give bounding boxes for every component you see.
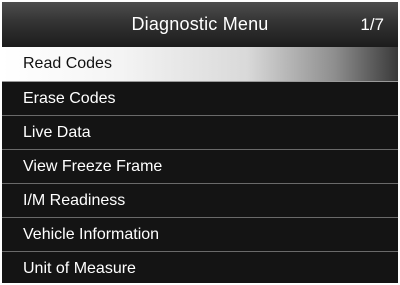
menu-item-live-data[interactable]: Live Data	[2, 116, 398, 150]
diagnostic-menu-list: Read Codes Erase Codes Live Data View Fr…	[2, 47, 398, 283]
menu-item-read-codes[interactable]: Read Codes	[2, 47, 398, 82]
menu-item-vehicle-information[interactable]: Vehicle Information	[2, 218, 398, 252]
title-bar: Diagnostic Menu 1/7	[2, 2, 398, 47]
page-indicator: 1/7	[360, 15, 384, 34]
menu-item-im-readiness[interactable]: I/M Readiness	[2, 184, 398, 218]
menu-title: Diagnostic Menu	[131, 14, 269, 34]
menu-item-unit-of-measure[interactable]: Unit of Measure	[2, 252, 398, 283]
menu-item-view-freeze-frame[interactable]: View Freeze Frame	[2, 150, 398, 184]
menu-item-erase-codes[interactable]: Erase Codes	[2, 82, 398, 116]
diagnostic-screen: Diagnostic Menu 1/7 Read Codes Erase Cod…	[2, 2, 398, 283]
